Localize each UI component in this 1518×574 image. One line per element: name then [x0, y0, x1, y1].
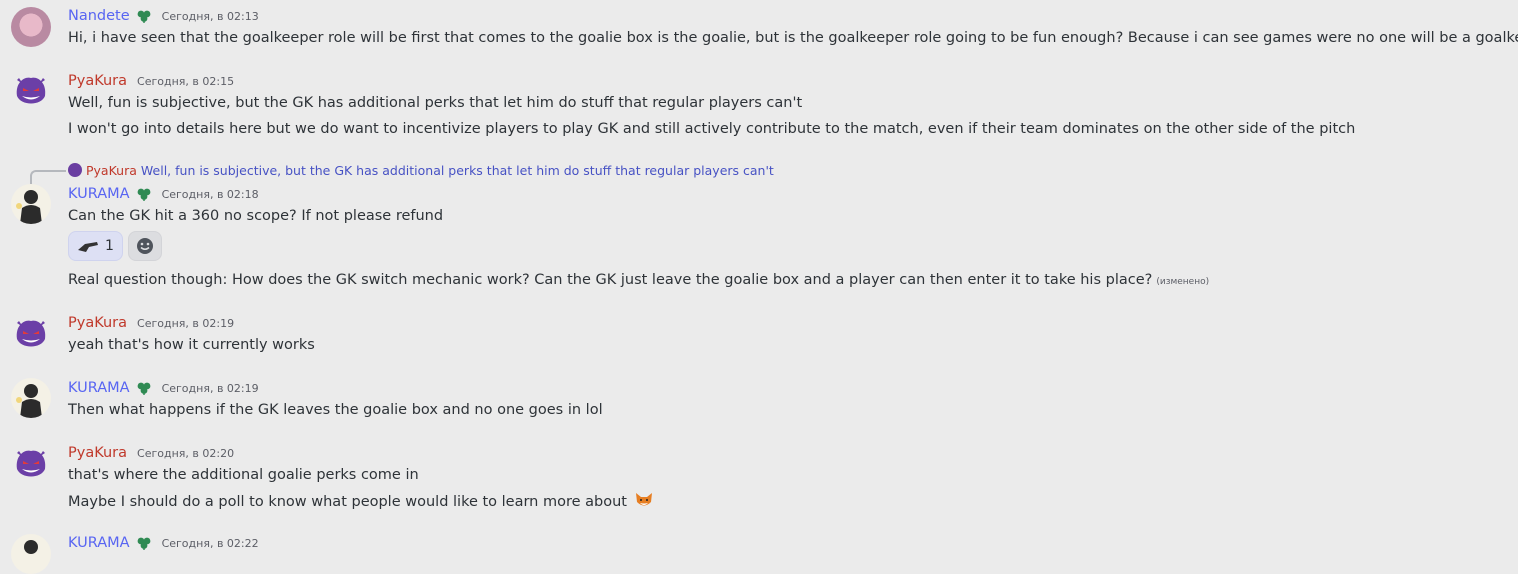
- gengar-avatar-icon: [11, 443, 51, 483]
- edited-label: (изменено): [1156, 277, 1210, 287]
- avatar[interactable]: [11, 443, 51, 483]
- reaction-button[interactable]: 1: [68, 231, 123, 261]
- reply-preview[interactable]: PyaKura Well, fun is subjective, but the…: [68, 162, 774, 178]
- avatar[interactable]: [11, 184, 51, 224]
- message-text: Well, fun is subjective, but the GK has …: [68, 95, 803, 111]
- author-name[interactable]: KURAMA: [68, 535, 130, 551]
- timestamp: Сегодня, в 02:20: [137, 446, 235, 460]
- avatar[interactable]: [11, 70, 51, 110]
- timestamp: Сегодня, в 02:19: [137, 316, 235, 330]
- gun-emoji-icon: [78, 242, 98, 252]
- message-text: Maybe I should do a poll to know what pe…: [68, 491, 654, 512]
- timestamp: Сегодня, в 02:15: [137, 74, 235, 88]
- fox-emoji-icon: [635, 493, 652, 506]
- message-text: Then what happens if the GK leaves the g…: [68, 402, 603, 418]
- message-text: Can the GK hit a 360 no scope? If not pl…: [68, 208, 444, 224]
- timestamp: Сегодня, в 02:19: [161, 381, 259, 395]
- add-reaction-button[interactable]: [127, 231, 162, 261]
- reactions-bar: 1: [68, 231, 162, 261]
- clover-badge-icon: [137, 537, 150, 550]
- add-reaction-icon: [136, 238, 153, 254]
- author-name[interactable]: Nandete: [68, 8, 130, 24]
- message-text: Real question though: How does the GK sw…: [68, 270, 1209, 292]
- reply-text[interactable]: Well, fun is subjective, but the GK has …: [141, 163, 774, 178]
- message-text: that's where the additional goalie perks…: [68, 467, 419, 483]
- clover-badge-icon: [137, 10, 151, 23]
- clover-badge-icon: [137, 382, 150, 395]
- message-text: I won't go into details here but we do w…: [68, 121, 1356, 137]
- timestamp: Сегодня, в 02:18: [161, 187, 259, 201]
- avatar[interactable]: [11, 378, 51, 418]
- reply-author[interactable]: PyaKura: [86, 163, 137, 178]
- message-text: Hi, i have seen that the goalkeeper role…: [68, 30, 1518, 46]
- author-name[interactable]: PyaKura: [68, 445, 127, 461]
- kurama-avatar-icon: [11, 534, 51, 574]
- reply-avatar: [68, 163, 82, 177]
- kurama-avatar-icon: [11, 378, 51, 418]
- timestamp: Сегодня, в 02:13: [161, 9, 259, 23]
- avatar[interactable]: [11, 313, 51, 353]
- kurama-avatar-icon: [11, 184, 51, 224]
- message-text-content: Maybe I should do a poll to know what pe…: [68, 494, 627, 510]
- avatar[interactable]: [11, 7, 51, 47]
- author-name[interactable]: KURAMA: [68, 186, 130, 202]
- message-text: yeah that's how it currently works: [68, 337, 315, 353]
- message-text-content: Real question though: How does the GK sw…: [68, 272, 1153, 288]
- reaction-count: 1: [105, 238, 114, 254]
- author-name[interactable]: KURAMA: [68, 380, 130, 396]
- author-name[interactable]: PyaKura: [68, 315, 127, 331]
- avatar[interactable]: [11, 534, 51, 574]
- reply-connector: [30, 170, 66, 184]
- gengar-avatar-icon: [11, 70, 51, 110]
- clover-badge-icon: [137, 188, 150, 201]
- author-name[interactable]: PyaKura: [68, 73, 127, 89]
- gengar-avatar-icon: [11, 313, 51, 353]
